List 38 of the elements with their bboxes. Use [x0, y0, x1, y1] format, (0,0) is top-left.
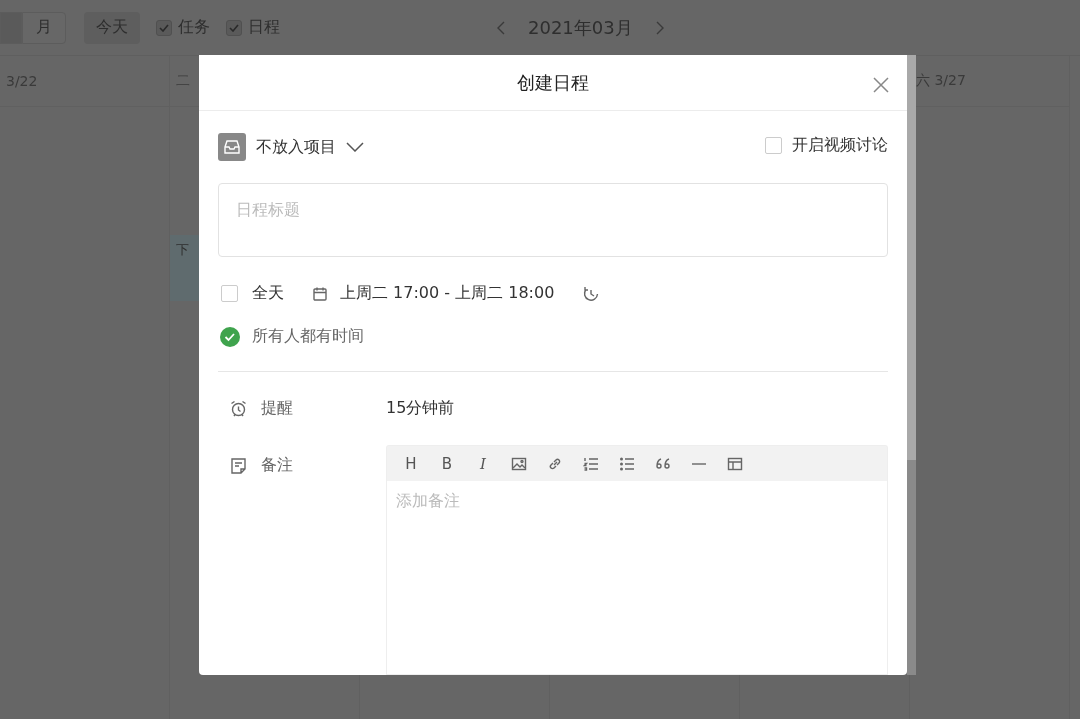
chevron-left-icon[interactable]	[496, 20, 506, 35]
all-day-label: 全天	[252, 283, 284, 304]
month-label: 2021年03月	[528, 15, 633, 40]
reminder-label: 提醒	[261, 398, 293, 419]
notes-field[interactable]: 添加备注	[386, 481, 888, 675]
format-button[interactable]: H	[401, 453, 421, 474]
checkmark-icon	[159, 23, 169, 32]
table-icon	[727, 455, 743, 472]
video-discussion-label: 开启视频讨论	[792, 134, 888, 156]
time-range[interactable]: 上周二 17:00 - 上周二 18:00	[340, 283, 555, 304]
checkmark-icon	[229, 23, 239, 32]
scrollbar[interactable]	[907, 55, 916, 675]
reminder-value[interactable]: 15分钟前	[386, 398, 888, 419]
bullet-list-icon	[619, 455, 635, 472]
quote-icon	[655, 455, 671, 472]
filter-label: 日程	[248, 17, 280, 38]
ordered-list-icon	[583, 455, 599, 472]
notes-label: 备注	[261, 455, 293, 476]
alarm-clock-icon	[230, 399, 247, 418]
checkbox[interactable]	[226, 19, 242, 36]
image-icon	[511, 455, 527, 472]
horizontal-rule-icon	[692, 462, 706, 465]
chevron-right-icon[interactable]	[654, 20, 665, 35]
format-button[interactable]: B	[437, 453, 457, 474]
format-button[interactable]: I	[473, 453, 493, 474]
calendar-icon	[312, 285, 328, 302]
chevron-down-icon	[346, 142, 364, 152]
checkbox[interactable]	[156, 19, 172, 36]
title-field[interactable]: 日程标题	[218, 183, 888, 257]
note-icon	[230, 456, 247, 475]
project-dropdown[interactable]: 不放入项目	[218, 133, 364, 161]
dialog-title: 创建日程	[517, 70, 589, 95]
clock-icon[interactable]	[582, 284, 601, 303]
check-circle-icon	[220, 326, 240, 347]
filter-label: 任务	[178, 17, 210, 38]
inbox-icon	[218, 133, 246, 161]
availability-status: 所有人都有时间	[252, 326, 364, 347]
close-button[interactable]	[871, 75, 891, 95]
